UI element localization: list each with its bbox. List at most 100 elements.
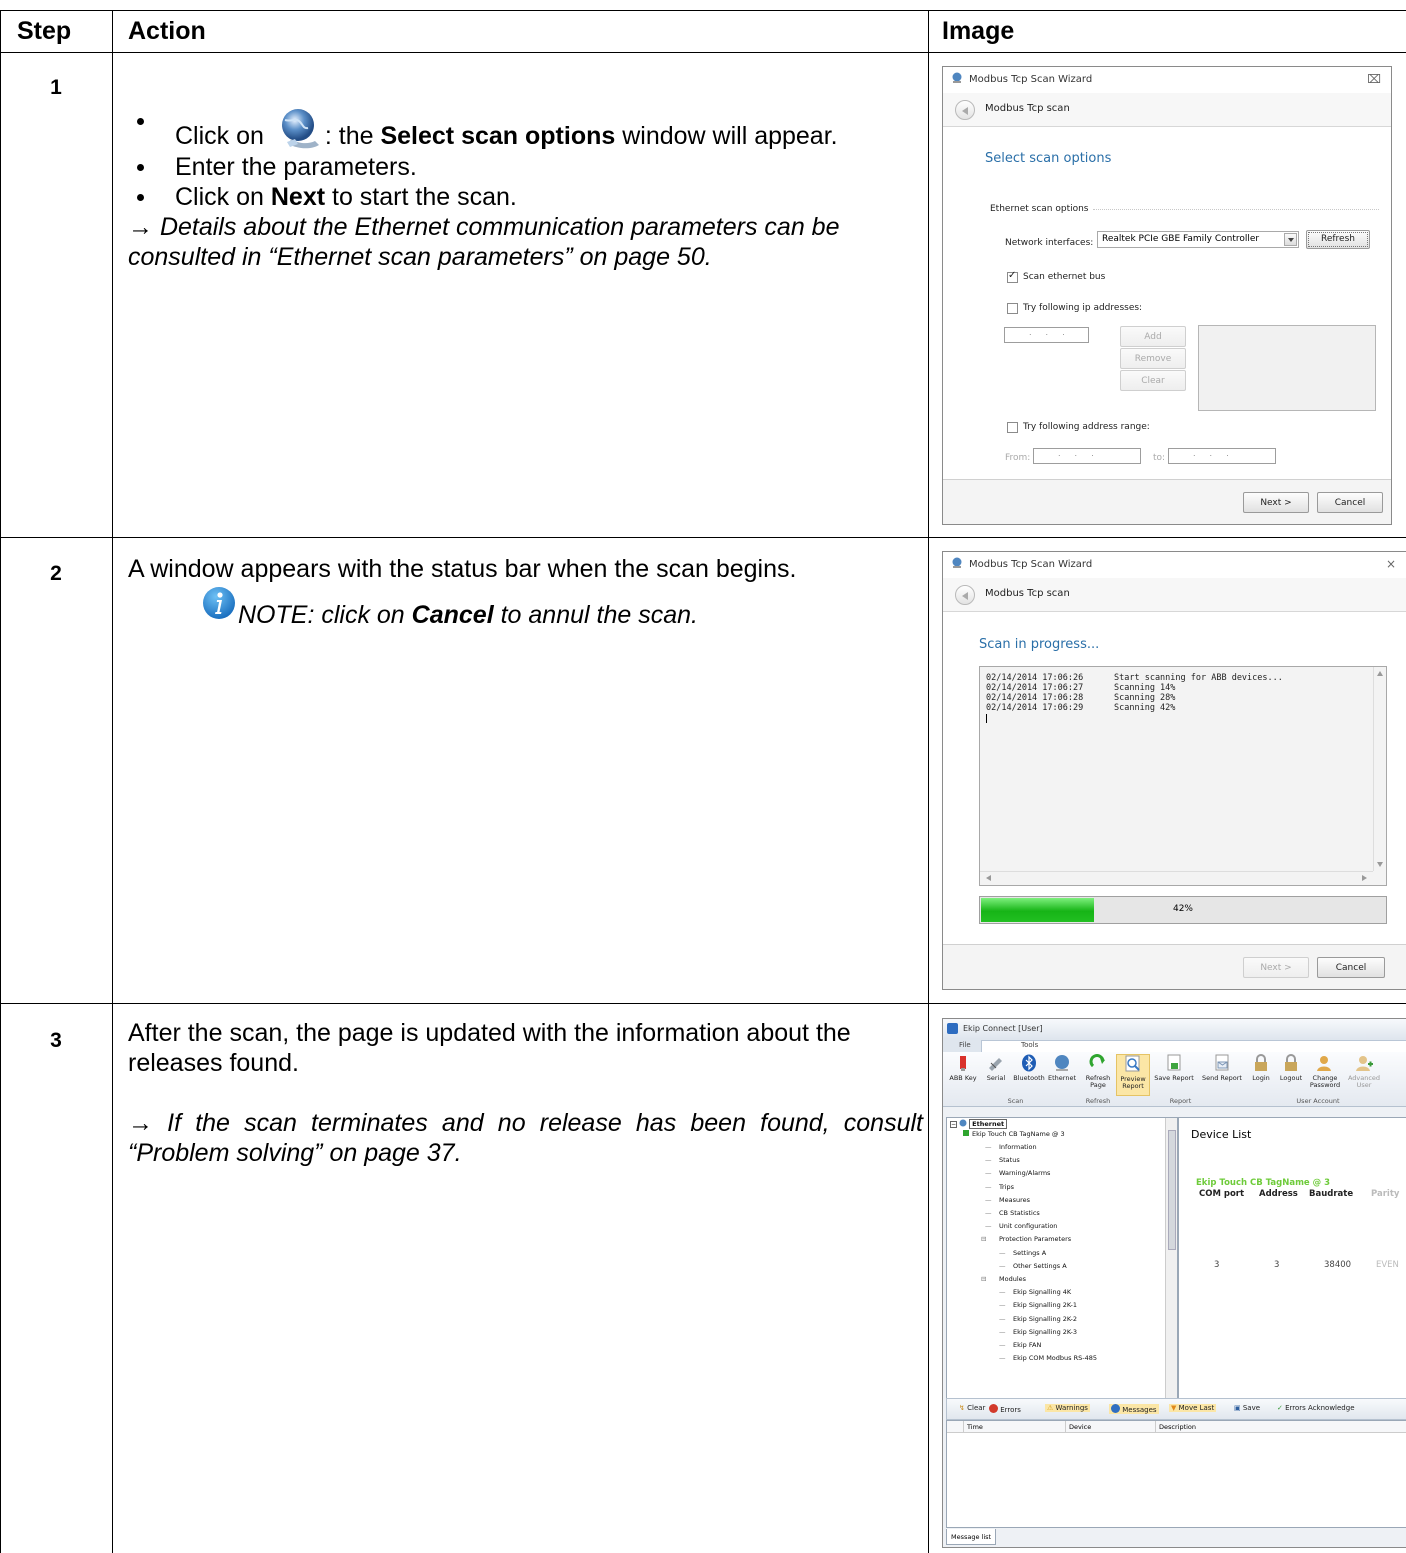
tree-item[interactable]: Ekip FAN	[1013, 1341, 1041, 1349]
network-interfaces-label: Network interfaces:	[1005, 238, 1094, 248]
preview-report-button[interactable]: Preview Report	[1116, 1054, 1150, 1096]
vertical-scrollbar[interactable]	[1373, 667, 1386, 871]
save-report-button[interactable]: Save Report	[1151, 1054, 1197, 1082]
tree-item[interactable]: Measures	[999, 1196, 1030, 1204]
cancel-button[interactable]: Cancel	[1317, 957, 1385, 978]
tree-item[interactable]: Trips	[999, 1183, 1014, 1191]
device-list-value: EVEN	[1376, 1260, 1399, 1270]
next-button[interactable]: Next >	[1243, 492, 1309, 513]
tree-item[interactable]: Ekip Signalling 2K-2	[1013, 1315, 1077, 1323]
tree-item[interactable]: Protection Parameters	[999, 1235, 1071, 1243]
refresh-button[interactable]: Refresh	[1306, 230, 1370, 249]
tree-item[interactable]: Warning/Alarms	[999, 1169, 1050, 1177]
tree-item[interactable]: Ekip Signalling 2K-1	[1013, 1301, 1077, 1309]
group-user-label: User Account	[1296, 1097, 1340, 1105]
refresh-icon	[1089, 1054, 1105, 1068]
col-step-border	[112, 10, 113, 1553]
checkmark-icon: ✓	[1277, 1404, 1283, 1412]
scan-log[interactable]: 02/14/2014 17:06:26 Start scanning for AB…	[979, 666, 1387, 886]
errors-acknowledge-button[interactable]: ✓ Errors Acknowledge	[1277, 1404, 1355, 1412]
log-time: 02/14/2014 17:06:26	[986, 673, 1084, 683]
tree-item[interactable]: Settings A	[1013, 1249, 1046, 1257]
horizontal-scrollbar[interactable]	[980, 871, 1373, 885]
tree-root[interactable]: − Ethernet	[950, 1119, 1008, 1129]
device-list-column: Parity	[1371, 1189, 1400, 1199]
from-address-field[interactable]: ...	[1033, 448, 1141, 464]
tab-file[interactable]: File	[953, 1040, 977, 1050]
remove-button[interactable]: Remove	[1120, 348, 1186, 369]
logout-button[interactable]: Logout	[1276, 1054, 1306, 1082]
col-time[interactable]: Time	[967, 1423, 983, 1431]
tree-item[interactable]: Modules	[999, 1275, 1026, 1283]
try-range-label: Try following address range:	[1023, 422, 1150, 432]
log-line: 02/14/2014 17:06:28 Scanning 28%	[986, 693, 1175, 703]
tree-item[interactable]: Unit configuration	[999, 1222, 1057, 1230]
warnings-button[interactable]: ⚠ Warnings	[1045, 1404, 1090, 1412]
clear-messages-button[interactable]: ↯ Clear	[959, 1404, 985, 1412]
close-icon[interactable]: ⌧	[1367, 72, 1381, 86]
scroll-thumb[interactable]	[1168, 1130, 1176, 1250]
tree-item[interactable]: Ekip Signalling 2K-3	[1013, 1328, 1077, 1336]
ip-address-field[interactable]: ...	[1004, 327, 1089, 343]
scroll-down-icon[interactable]	[1377, 862, 1383, 867]
tab-message-list[interactable]: Message list	[946, 1529, 997, 1545]
envelope-icon	[1215, 1054, 1229, 1071]
ethernet-icon	[959, 1119, 967, 1127]
close-icon[interactable]: ×	[1386, 557, 1396, 571]
network-interface-select[interactable]: Realtek PCIe GBE Family Controller	[1097, 231, 1299, 248]
login-button[interactable]: Login	[1246, 1054, 1276, 1082]
tree-item[interactable]: Information	[999, 1143, 1037, 1151]
try-range-checkbox[interactable]	[1007, 422, 1018, 433]
next-button[interactable]: Next >	[1243, 957, 1309, 978]
tree-connector: —	[985, 1209, 992, 1217]
tree-device[interactable]: Ekip Touch CB TagName @ 3	[963, 1130, 1065, 1138]
scan-ethernet-checkbox[interactable]	[1007, 270, 1018, 283]
refresh-page-button[interactable]: Refresh Page	[1081, 1054, 1115, 1089]
errors-button[interactable]: Errors	[989, 1404, 1021, 1414]
back-arrow-icon[interactable]	[955, 100, 975, 120]
header-step: Step	[17, 17, 72, 45]
scroll-right-icon[interactable]	[1362, 875, 1367, 881]
tree-item[interactable]: Status	[999, 1156, 1020, 1164]
window-title: Modbus Tcp Scan Wizard	[969, 559, 1093, 570]
col-device[interactable]: Device	[1069, 1423, 1091, 1431]
scroll-up-icon[interactable]	[1377, 671, 1383, 676]
scroll-left-icon[interactable]	[986, 875, 991, 881]
device-list-pane: Device List Ekip Touch CB TagName @ 3 CO…	[1178, 1117, 1406, 1399]
back-arrow-icon[interactable]	[955, 585, 975, 605]
change-password-button[interactable]: Change Password	[1307, 1054, 1343, 1089]
tab-tools[interactable]: Tools	[1015, 1040, 1044, 1050]
section-divider	[1093, 209, 1379, 210]
advanced-user-button[interactable]: Advanced User	[1345, 1054, 1383, 1089]
scan-progress-bar: 42%	[979, 896, 1387, 924]
tree-item[interactable]: Other Settings A	[1013, 1262, 1067, 1270]
cancel-button[interactable]: Cancel	[1317, 492, 1383, 513]
scan-options-window: Modbus Tcp Scan Wizard ⌧ Modbus Tcp scan…	[942, 66, 1392, 525]
save-messages-button[interactable]: ▣ Save	[1234, 1404, 1260, 1412]
ekip-connect-window: Ekip Connect [User] File Home Tools ABB …	[942, 1018, 1406, 1548]
tree-item[interactable]: CB Statistics	[999, 1209, 1040, 1217]
send-report-button[interactable]: Send Report	[1199, 1054, 1245, 1082]
log-time: 02/14/2014 17:06:29	[986, 703, 1084, 713]
add-button[interactable]: Add	[1120, 326, 1186, 347]
collapse-icon[interactable]: ⊟	[981, 1235, 986, 1243]
try-ip-checkbox[interactable]	[1007, 303, 1018, 314]
ethernet-button[interactable]: Ethernet	[1042, 1054, 1082, 1082]
device-list-column: Baudrate	[1309, 1189, 1354, 1199]
to-address-field[interactable]: ...	[1168, 448, 1276, 464]
device-list-value: 3	[1274, 1260, 1280, 1270]
chevron-down-icon	[1284, 233, 1297, 246]
step-1-action: Click on : the Select scan options windo…	[128, 106, 923, 272]
tree-connector: —	[985, 1156, 992, 1165]
tree-item[interactable]: Ekip Signalling 4K	[1013, 1288, 1071, 1296]
messages-button[interactable]: Messages	[1109, 1404, 1159, 1414]
collapse-icon[interactable]: ⊟	[981, 1275, 986, 1283]
col-description[interactable]: Description	[1159, 1423, 1196, 1431]
tree-scrollbar[interactable]	[1165, 1118, 1177, 1398]
move-last-button[interactable]: ▼ Move Last	[1169, 1404, 1217, 1412]
ip-address-list[interactable]	[1198, 325, 1376, 411]
device-name[interactable]: Ekip Touch CB TagName @ 3	[1196, 1178, 1330, 1188]
step-number: 2	[50, 562, 62, 585]
clear-button[interactable]: Clear	[1120, 370, 1186, 391]
tree-item[interactable]: Ekip COM Modbus RS-485	[1013, 1354, 1097, 1362]
